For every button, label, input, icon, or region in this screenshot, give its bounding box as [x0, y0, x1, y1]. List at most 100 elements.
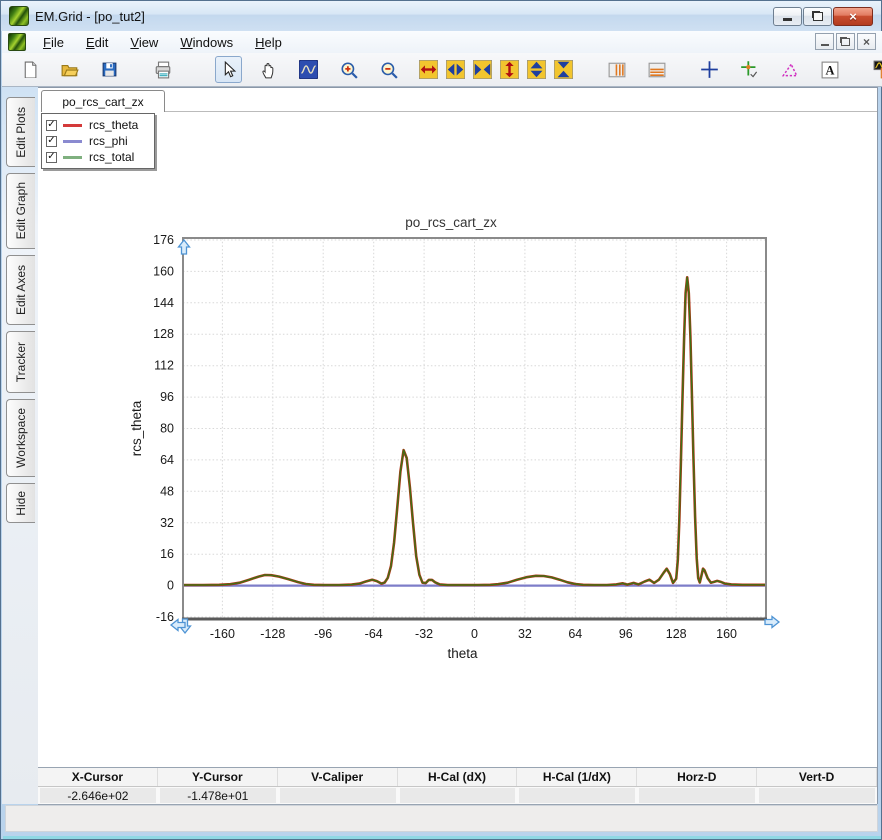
expand-y-icon [500, 60, 519, 79]
header-h-cal-1dx: H-Cal (1/dX) [517, 768, 638, 786]
open-button[interactable] [56, 56, 83, 83]
horizontal-stripes-button[interactable] [643, 56, 670, 83]
caliper-button[interactable] [776, 56, 803, 83]
mdi-restore-icon [841, 37, 850, 46]
cross-cursor-button[interactable] [696, 56, 723, 83]
pan-hand-button[interactable] [255, 56, 282, 83]
shrink-x-icon [473, 60, 492, 79]
y-tick-label: 176 [153, 233, 174, 247]
mdi-minimize-button[interactable] [815, 33, 834, 50]
select-cursor-button[interactable] [215, 56, 242, 83]
expand-x-button[interactable] [415, 56, 442, 83]
legend-item[interactable]: rcs_phi [46, 133, 150, 149]
x-tick-label: -160 [210, 627, 235, 641]
header-v-caliper: V-Caliper [278, 768, 398, 786]
sidebar-tab-workspace[interactable]: Workspace [6, 399, 35, 477]
x-axis-label: theta [447, 646, 478, 661]
expand-x-icon [419, 60, 438, 79]
tracker-crosshair-icon [741, 61, 758, 78]
menu-edit[interactable]: Edit [77, 33, 117, 52]
plot-properties-button[interactable] [869, 56, 882, 83]
zoom-out-button[interactable] [375, 56, 402, 83]
y-tick-label: 48 [160, 484, 174, 498]
print-button[interactable] [149, 56, 176, 83]
cursor-readout-table: X-Cursor Y-Cursor V-Caliper H-Cal (dX) H… [38, 767, 878, 805]
menu-view[interactable]: View [121, 33, 167, 52]
save-button[interactable] [96, 56, 123, 83]
save-icon [102, 62, 117, 77]
sidebar-tab-edit-graph[interactable]: Edit Graph [6, 173, 35, 249]
legend-swatch-rcs-phi [63, 139, 82, 143]
minimize-icon [783, 18, 792, 21]
x-tick-label: 128 [666, 627, 687, 641]
x-tick-label: 160 [716, 627, 737, 641]
window-bottom-accent [3, 836, 881, 839]
status-bar [5, 805, 878, 832]
x-tick-label: -128 [260, 627, 285, 641]
plot-properties-icon [873, 60, 882, 79]
svg-text:A: A [825, 63, 834, 77]
sidebar-tab-tracker[interactable]: Tracker [6, 331, 35, 393]
legend-item[interactable]: rcs_theta [46, 117, 150, 133]
x-tick-label: -64 [365, 627, 383, 641]
legend-swatch-rcs-total [63, 155, 82, 159]
chart-plot-area[interactable]: -160 -128 -96 -64 -32 0 32 64 96 128 160-160163248… [39, 89, 877, 765]
spread-x-icon [446, 60, 465, 79]
sidebar-tab-edit-plots[interactable]: Edit Plots [6, 97, 35, 167]
x-tick-label: -96 [314, 627, 332, 641]
legend-box[interactable]: rcs_theta rcs_phi rcs_total [41, 113, 155, 169]
title-bar[interactable]: EM.Grid - [po_tut2] × [1, 1, 881, 31]
y-tick-label: 160 [153, 264, 174, 278]
window-title: EM.Grid - [po_tut2] [35, 8, 145, 24]
header-vert-d: Vert-D [757, 768, 878, 786]
axis-handle-right[interactable] [764, 615, 781, 629]
minimize-button[interactable] [773, 7, 802, 26]
header-x-cursor: X-Cursor [38, 768, 158, 786]
app-window: EM.Grid - [po_tut2] × File Edit View Win… [0, 0, 882, 840]
sidebar-tab-hide[interactable]: Hide [6, 483, 35, 523]
value-h-cal-dx [399, 788, 516, 803]
y-tick-label: 0 [167, 579, 174, 593]
spread-y-button[interactable] [523, 56, 550, 83]
pan-hand-icon [261, 62, 273, 78]
mdi-restore-button[interactable] [836, 33, 855, 50]
zoom-in-button[interactable] [335, 56, 362, 83]
value-horz-d [639, 788, 756, 803]
mdi-close-button[interactable]: × [857, 33, 876, 50]
legend-checkbox-rcs-phi[interactable] [46, 135, 57, 147]
zoom-out-icon [380, 61, 398, 79]
legend-swatch-rcs-theta [63, 123, 82, 127]
zoom-region-button[interactable] [295, 56, 322, 83]
legend-checkbox-rcs-theta[interactable] [46, 119, 57, 131]
new-document-button[interactable] [16, 56, 43, 83]
axis-handle-top[interactable] [177, 238, 191, 255]
print-icon [155, 61, 170, 78]
legend-item[interactable]: rcs_total [46, 149, 150, 165]
shrink-x-button[interactable] [469, 56, 496, 83]
x-tick-label: -32 [415, 627, 433, 641]
caliper-triangle-icon [781, 62, 798, 76]
y-tick-label: 64 [160, 453, 174, 467]
vertical-stripes-button[interactable] [603, 56, 630, 83]
spread-x-button[interactable] [442, 56, 469, 83]
y-tick-label: 144 [153, 296, 174, 310]
spread-y-icon [527, 60, 546, 79]
legend-checkbox-rcs-total[interactable] [46, 151, 57, 163]
y-tick-label: 32 [160, 516, 174, 530]
y-tick-label: -16 [156, 610, 174, 624]
text-annotation-button[interactable]: A [816, 56, 843, 83]
x-tick-label: 0 [471, 627, 478, 641]
tracker-button[interactable] [736, 56, 763, 83]
menu-file[interactable]: File [34, 33, 73, 52]
expand-y-button[interactable] [496, 56, 523, 83]
sidebar: Edit Plots Edit Graph Edit Axes Tracker … [2, 87, 38, 804]
restore-button[interactable] [803, 7, 832, 26]
value-vert-d [759, 788, 876, 803]
sidebar-tab-edit-axes[interactable]: Edit Axes [6, 255, 35, 325]
close-icon: × [849, 9, 857, 24]
close-button[interactable]: × [833, 7, 873, 26]
new-document-icon [24, 61, 37, 78]
shrink-y-button[interactable] [550, 56, 577, 83]
menu-windows[interactable]: Windows [171, 33, 242, 52]
menu-help[interactable]: Help [246, 33, 291, 52]
